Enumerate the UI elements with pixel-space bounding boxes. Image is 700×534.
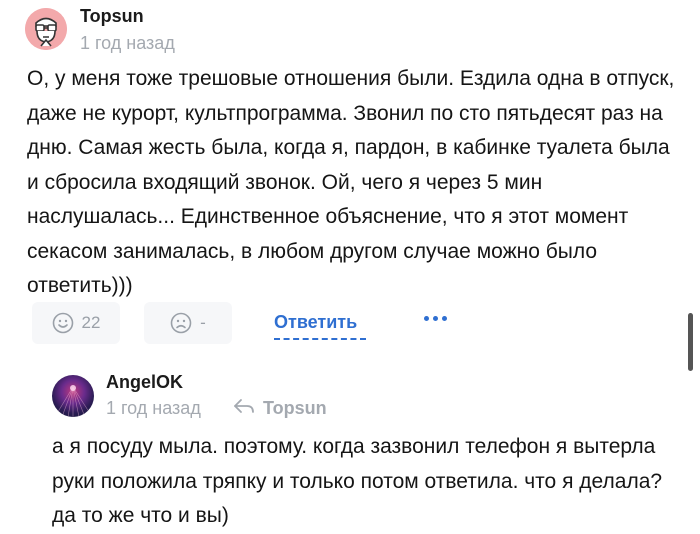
reply-text: а я посуду мыла. поэтому. когда зазвонил… — [52, 435, 663, 527]
like-button[interactable]: 22 — [32, 302, 120, 344]
smile-icon — [52, 312, 74, 334]
comment-time[interactable]: 1 год назад — [80, 33, 175, 54]
reply-arrow-icon — [233, 398, 255, 419]
dislike-count: - — [200, 313, 206, 332]
avatar-angelok[interactable] — [52, 375, 94, 417]
reply-button[interactable]: Ответить — [274, 312, 357, 333]
reply-to[interactable]: Topsun — [233, 398, 327, 419]
avatar-topsun[interactable] — [25, 8, 67, 50]
dislike-button[interactable]: - — [144, 302, 232, 344]
reply-author[interactable]: AngelOK — [106, 372, 183, 393]
like-count: 22 — [81, 313, 101, 332]
comment-author[interactable]: Topsun — [80, 6, 144, 27]
more-dots-icon[interactable] — [424, 316, 447, 321]
sad-icon — [170, 312, 192, 334]
comment-actions: 22 - Ответить — [0, 302, 700, 346]
reply-time[interactable]: 1 год назад — [106, 398, 201, 419]
reply-to-author[interactable]: Topsun — [263, 398, 327, 419]
reply-underline — [274, 338, 366, 340]
scrollbar[interactable] — [688, 313, 693, 371]
comment-text: О, у меня тоже трешовые отношения были. … — [27, 67, 675, 297]
